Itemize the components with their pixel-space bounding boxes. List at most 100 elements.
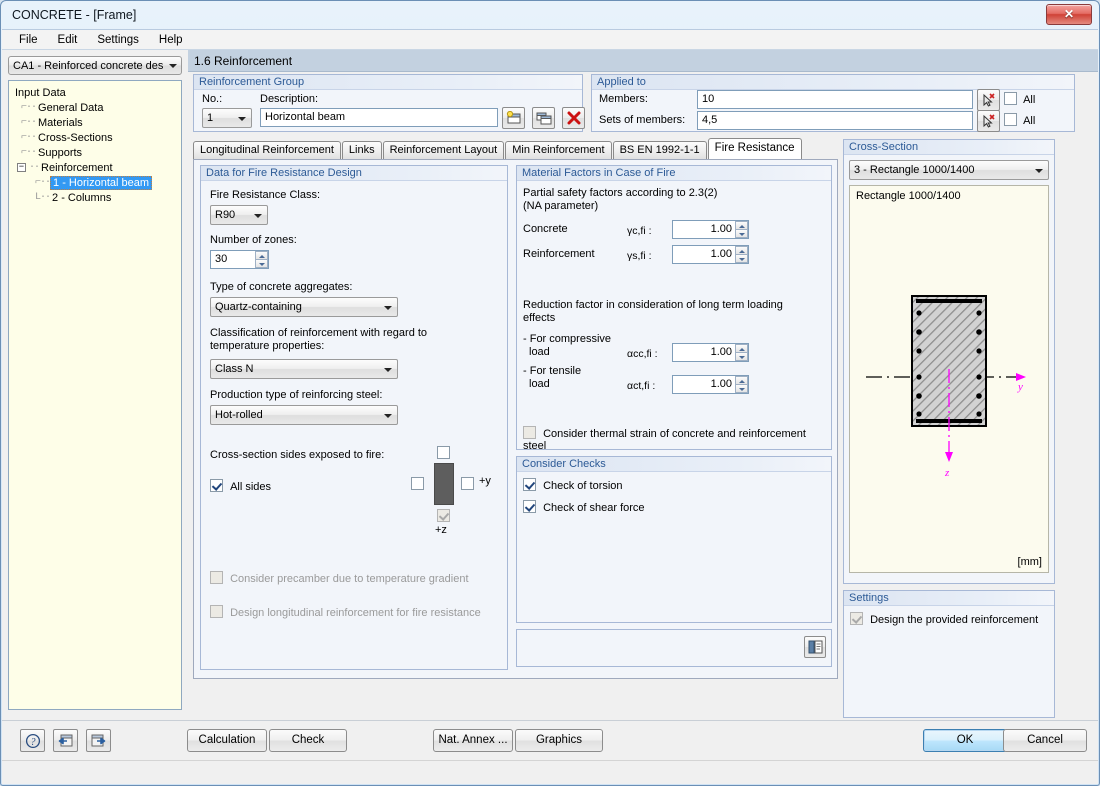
compressive-spin-buttons[interactable]: [735, 344, 748, 361]
cross-section-combo[interactable]: 3 - Rectangle 1000/1400: [849, 160, 1049, 180]
title-bar: CONCRETE - [Frame] ✕: [2, 2, 1098, 29]
chevron-down-icon: [384, 306, 392, 310]
check-of-torsion-checkbox[interactable]: [523, 478, 536, 491]
description-input[interactable]: Horizontal beam: [260, 108, 498, 127]
classification-label: Classification of reinforcement with reg…: [210, 327, 428, 352]
design-longitudinal-label: Design longitudinal reinforcement for fi…: [230, 607, 481, 619]
cross-section-canvas[interactable]: Rectangle 1000/1400 [mm] y z: [849, 185, 1049, 573]
consider-checks-panel: Consider Checks Check of torsion Check o…: [516, 456, 832, 623]
tree-item-columns[interactable]: L·· 2 - Columns: [13, 190, 179, 205]
menu-item-file[interactable]: File: [10, 32, 47, 48]
tree-item-materials[interactable]: ⌐·· Materials: [13, 115, 179, 130]
copy-window-icon[interactable]: [532, 107, 555, 129]
next-arrow-icon[interactable]: [86, 729, 111, 752]
collapse-expander-icon[interactable]: −: [17, 163, 26, 172]
chevron-down-icon: [169, 64, 177, 68]
all-sides-checkbox[interactable]: [210, 479, 223, 492]
settings-title: Settings: [844, 591, 1054, 606]
calculation-button[interactable]: Calculation: [187, 729, 267, 752]
check-of-shear-force-checkbox[interactable]: [523, 500, 536, 513]
menu-item-edit[interactable]: Edit: [49, 32, 87, 48]
sets-all-checkbox[interactable]: [1004, 113, 1017, 126]
reinforcement-spin-up[interactable]: [735, 246, 748, 254]
aggregates-value: Quartz-containing: [215, 301, 302, 313]
close-icon[interactable]: ✕: [1046, 4, 1092, 25]
pick-cursor-icon[interactable]: [977, 110, 1000, 132]
classification-combo[interactable]: Class N: [210, 359, 398, 379]
check-button[interactable]: Check: [269, 729, 347, 752]
details-icon[interactable]: [804, 636, 826, 658]
precamber-checkbox[interactable]: [210, 571, 223, 584]
zones-spin-down[interactable]: [255, 259, 268, 268]
concrete-spin-up[interactable]: [735, 221, 748, 229]
tab-reinforcement-layout[interactable]: Reinforcement Layout: [382, 141, 505, 159]
ok-button[interactable]: OK: [923, 729, 1007, 752]
members-input[interactable]: 10: [697, 90, 973, 109]
exposure-top-checkbox[interactable]: [437, 446, 450, 459]
graphics-button[interactable]: Graphics: [515, 729, 603, 752]
zones-stepper[interactable]: 30: [210, 250, 269, 269]
exposure-bottom-checkbox[interactable]: [437, 509, 450, 522]
tab-min-reinforcement[interactable]: Min Reinforcement: [505, 141, 612, 159]
exposure-left-checkbox[interactable]: [411, 477, 424, 490]
tab-links[interactable]: Links: [341, 141, 382, 159]
reinforcement-spin-down[interactable]: [735, 254, 748, 263]
delete-x-icon[interactable]: [562, 107, 585, 129]
window-title: CONCRETE - [Frame]: [12, 8, 137, 22]
tree-connector: ⌐··: [21, 132, 37, 143]
concrete-spin-down[interactable]: [735, 229, 748, 238]
page-title: 1.6 Reinforcement: [188, 50, 1098, 72]
aggregates-combo[interactable]: Quartz-containing: [210, 297, 398, 317]
compressive-spin-up[interactable]: [735, 344, 748, 352]
tree-item-label: 2 - Columns: [52, 191, 112, 204]
tree-item-general-data[interactable]: ⌐·· General Data: [13, 100, 179, 115]
exposure-right-checkbox[interactable]: [461, 477, 474, 490]
fire-class-combo[interactable]: R90: [210, 205, 268, 225]
tensile-spin-up[interactable]: [735, 376, 748, 384]
production-combo[interactable]: Hot-rolled: [210, 405, 398, 425]
design-case-combo[interactable]: CA1 - Reinforced concrete desi: [8, 56, 182, 75]
tree-item-input-data[interactable]: Input Data: [13, 85, 179, 100]
tab-longitudinal-reinforcement[interactable]: Longitudinal Reinforcement: [193, 141, 341, 159]
tree-item-cross-sections[interactable]: ⌐·· Cross-Sections: [13, 130, 179, 145]
menu-item-settings[interactable]: Settings: [88, 32, 148, 48]
tree-item-supports[interactable]: ⌐·· Supports: [13, 145, 179, 160]
tensile-spin-down[interactable]: [735, 384, 748, 393]
design-longitudinal-checkbox[interactable]: [210, 605, 223, 618]
group-no-combo[interactable]: 1: [202, 108, 252, 128]
tensile-factor-stepper[interactable]: 1.00: [672, 375, 749, 394]
cancel-button[interactable]: Cancel: [1003, 729, 1087, 752]
zones-spin-buttons[interactable]: [255, 251, 268, 268]
new-window-glyph: [506, 111, 520, 124]
design-provided-checkbox[interactable]: [850, 612, 863, 625]
tree-item-horizontal-beam[interactable]: ⌐·· 1 - Horizontal beam: [13, 175, 179, 190]
menu-item-help[interactable]: Help: [150, 32, 192, 48]
nat-annex-button[interactable]: Nat. Annex ...: [433, 729, 513, 752]
concrete-factor-stepper[interactable]: 1.00: [672, 220, 749, 239]
new-window-icon[interactable]: [502, 107, 525, 129]
chevron-down-icon: [384, 414, 392, 418]
tree-item-reinforcement[interactable]: − ·· Reinforcement: [13, 160, 179, 175]
zones-spin-up[interactable]: [255, 251, 268, 259]
tab-bs-en-1992-1-1[interactable]: BS EN 1992-1-1: [612, 141, 707, 159]
tensile-spin-buttons[interactable]: [735, 376, 748, 393]
concrete-spin-buttons[interactable]: [735, 221, 748, 238]
help-question-icon[interactable]: ?: [20, 729, 45, 752]
thermal-strain-checkbox[interactable]: [523, 426, 536, 439]
sets-of-members-input[interactable]: 4,5: [697, 111, 973, 130]
pick-cursor-icon[interactable]: [977, 89, 1000, 111]
left-navigation: CA1 - Reinforced concrete desi Input Dat…: [2, 50, 188, 718]
members-all-checkbox[interactable]: [1004, 92, 1017, 105]
members-all-label: All: [1023, 94, 1036, 106]
reduction-note-line2: effects: [523, 312, 556, 324]
tree-connector: L··: [35, 192, 51, 203]
compressive-factor-stepper[interactable]: 1.00: [672, 343, 749, 362]
previous-arrow-icon[interactable]: [53, 729, 78, 752]
consider-checks-title: Consider Checks: [517, 457, 831, 472]
description-label: Description:: [260, 93, 319, 105]
reinforcement-factor-stepper[interactable]: 1.00: [672, 245, 749, 264]
tab-fire-resistance[interactable]: Fire Resistance: [707, 138, 802, 159]
compressive-spin-down[interactable]: [735, 352, 748, 361]
tree-connector: ⌐··: [21, 102, 37, 113]
reinforcement-spin-buttons[interactable]: [735, 246, 748, 263]
